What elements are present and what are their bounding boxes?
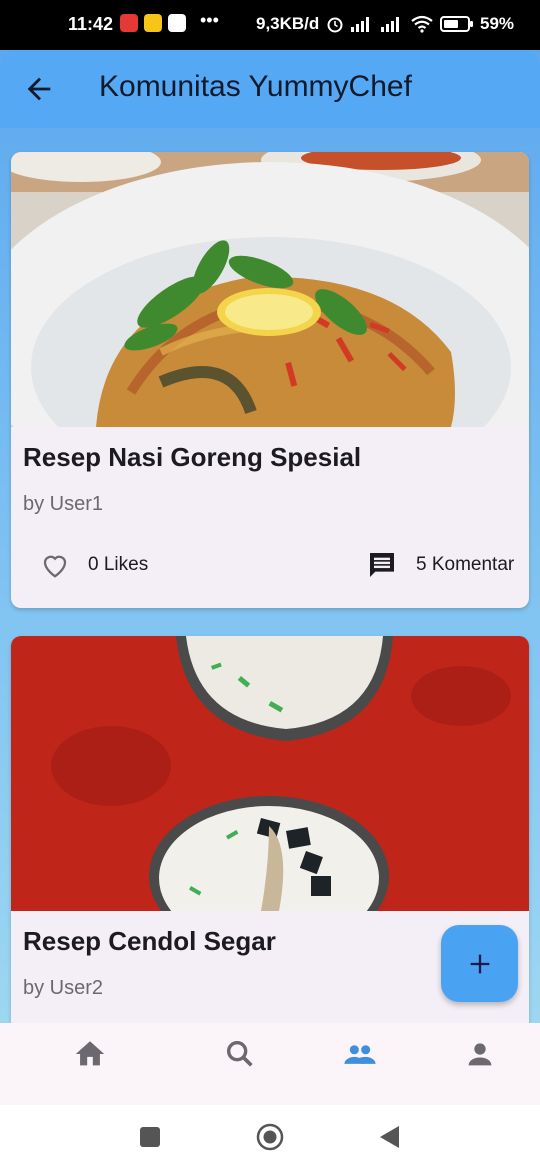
recipe-feed[interactable]: Resep Nasi Goreng Spesial by User1 0 Lik… xyxy=(0,128,540,1023)
recent-apps-icon[interactable] xyxy=(140,1127,160,1147)
plus-icon xyxy=(470,954,489,973)
battery-icon xyxy=(440,16,473,32)
nav-home[interactable] xyxy=(73,1037,107,1071)
wifi-icon xyxy=(411,15,433,33)
home-circle-icon[interactable] xyxy=(256,1123,284,1151)
more-dots-icon: ••• xyxy=(200,10,219,30)
likes-count: 0 Likes xyxy=(88,554,149,575)
nav-search[interactable] xyxy=(223,1037,257,1071)
notification-app-icon xyxy=(120,14,138,32)
alarm-icon xyxy=(327,17,343,33)
recipe-author: by User2 xyxy=(23,977,104,999)
comment-icon[interactable] xyxy=(366,549,398,581)
status-time: 11:42 xyxy=(68,14,114,34)
game-icon xyxy=(144,14,162,32)
search-icon xyxy=(226,1040,253,1067)
heart-outline-icon[interactable] xyxy=(39,550,71,580)
arrow-back-icon xyxy=(27,77,51,101)
back-triangle-icon[interactable] xyxy=(380,1126,400,1148)
signal-icon xyxy=(351,17,369,32)
status-bar: 11:42 ••• 9,3KB/d 59% xyxy=(0,0,540,50)
network-speed: 9,3KB/d xyxy=(256,14,320,33)
profile-icon xyxy=(468,1043,492,1066)
signal-icon xyxy=(381,17,399,32)
add-recipe-button[interactable] xyxy=(441,925,518,1002)
page-title: Komunitas YummyChef xyxy=(99,70,412,103)
recipe-title: Resep Nasi Goreng Spesial xyxy=(23,442,362,472)
community-icon xyxy=(344,1045,376,1064)
status-icons xyxy=(326,15,474,33)
back-button[interactable] xyxy=(22,72,56,106)
nav-community[interactable] xyxy=(343,1037,377,1071)
app-bar: Komunitas YummyChef xyxy=(0,50,540,128)
fried-rice-photo xyxy=(11,152,529,427)
battery-percent: 59% xyxy=(480,14,515,33)
comments-count: 5 Komentar xyxy=(416,554,515,575)
cendol-photo xyxy=(11,636,529,911)
system-navigation xyxy=(0,1105,540,1170)
bottom-navigation xyxy=(0,1023,540,1105)
recipe-card[interactable]: Resep Nasi Goreng Spesial by User1 0 Lik… xyxy=(11,152,529,608)
recipe-author: by User1 xyxy=(23,493,104,515)
nav-profile[interactable] xyxy=(463,1037,497,1071)
recipe-title: Resep Cendol Segar xyxy=(23,926,276,956)
google-icon xyxy=(168,14,186,32)
home-icon xyxy=(75,1041,105,1066)
